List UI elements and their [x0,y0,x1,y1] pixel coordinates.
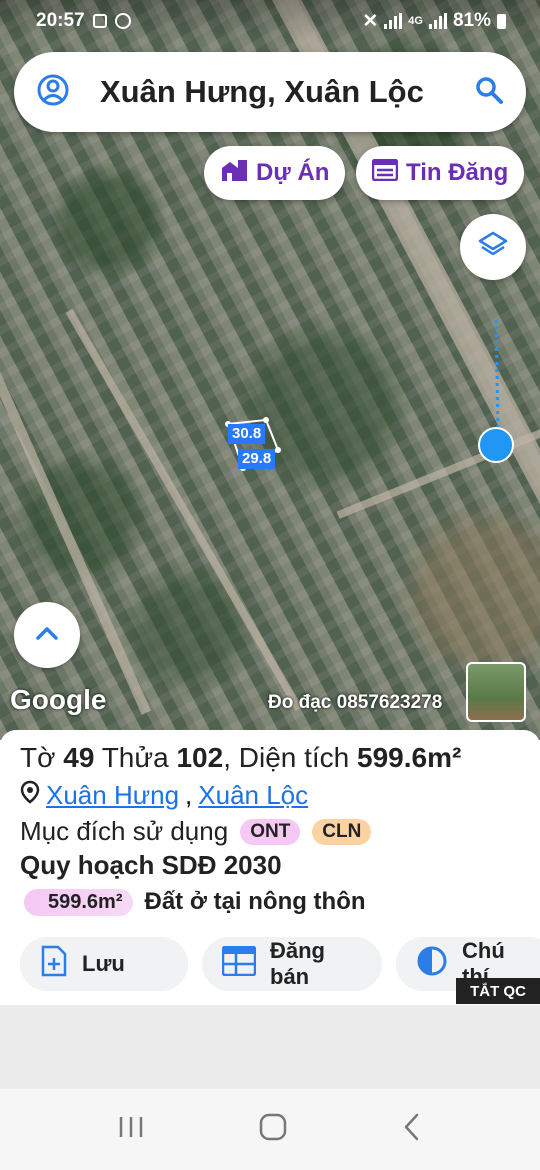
land-use-tag[interactable]: CLN [312,818,372,845]
system-nav-bar [0,1089,540,1170]
listings-chip[interactable]: Tin Đăng [356,146,525,200]
parcel-edge-label: 29.8 [238,449,276,469]
plan-area-badge: 599.6m² [24,888,133,916]
gallery-icon [92,14,107,28]
commune-link[interactable]: Xuân Hưng [46,780,179,811]
projects-label: Dự Án [256,159,330,186]
layers-button[interactable] [460,214,526,280]
listing-form-icon [221,945,257,982]
land-use-row: Mục đích sử dụng ONT CLN [20,816,372,847]
plot-number: 102 [176,742,224,773]
battery-level: 81% [452,10,491,31]
sheet-label: Tờ [20,742,56,773]
add-document-icon [40,945,68,983]
save-button[interactable]: Lưu [20,937,188,991]
building-icon [220,158,248,189]
clock: 20:57 [36,10,85,31]
parcel-edge-label: 30.8 [228,424,266,444]
mute-icon: ✕ [362,10,379,32]
street-view-thumbnail[interactable] [466,662,526,722]
location-pin-icon [20,780,40,811]
plan-use-text: Đất ở tại nông thôn [144,888,366,915]
listing-icon [371,158,399,188]
parcel-info-panel: Tờ 49 Thửa 102, Diện tích 599.6m² Xuân H… [0,730,540,1005]
signal-icon [428,13,447,29]
land-use-tag[interactable]: ONT [240,818,301,845]
district-link[interactable]: Xuân Lộc [198,780,308,811]
area-label: , Diện tích [223,742,350,773]
battery-icon [497,13,506,29]
projects-chip[interactable]: Dự Án [204,146,346,200]
sheet-number: 49 [63,742,95,773]
parcel-summary: Tờ 49 Thửa 102, Diện tích 599.6m² [20,742,461,774]
post-for-sale-label: Đăng bán [270,938,325,989]
chevron-up-icon [34,624,60,647]
signal-icon [384,13,403,29]
ad-area [0,1005,540,1089]
contrast-icon [416,945,448,983]
recent-apps-icon[interactable] [116,1114,146,1145]
layers-icon [477,229,509,266]
my-location-dot [478,427,514,463]
search-bar[interactable]: Xuân Hưng, Xuân Lộc [14,52,526,132]
network-type: 4G [408,15,423,27]
separator: , [185,780,193,810]
home-icon[interactable] [258,1112,288,1147]
parcel-area: 599.6m² [357,742,462,773]
expand-panel-button[interactable] [14,602,80,668]
save-label: Lưu [82,951,125,976]
post-for-sale-button[interactable]: Đăng bán [202,937,382,991]
plot-label: Thửa [101,742,169,773]
google-logo: Google [10,684,107,715]
parcel-location: Xuân Hưng, Xuân Lộc [20,780,308,811]
back-icon[interactable] [400,1112,424,1147]
plan-row: 599.6m² Đất ở tại nông thôn [24,888,366,916]
hide-ads-button[interactable]: TẮT QC [456,978,540,1004]
search-text[interactable]: Xuân Hưng, Xuân Lộc [100,74,474,110]
status-bar: 20:57 ✕ 4G 81% [0,0,540,42]
measure-text[interactable]: Đo đạc 0857623278 [268,692,442,714]
chrome-icon [114,13,131,29]
search-icon[interactable] [474,75,504,110]
plan-title: Quy hoạch SDĐ 2030 [20,850,282,880]
land-use-label: Mục đích sử dụng [20,816,229,846]
listings-label: Tin Đăng [406,159,509,186]
account-icon[interactable] [36,73,70,112]
